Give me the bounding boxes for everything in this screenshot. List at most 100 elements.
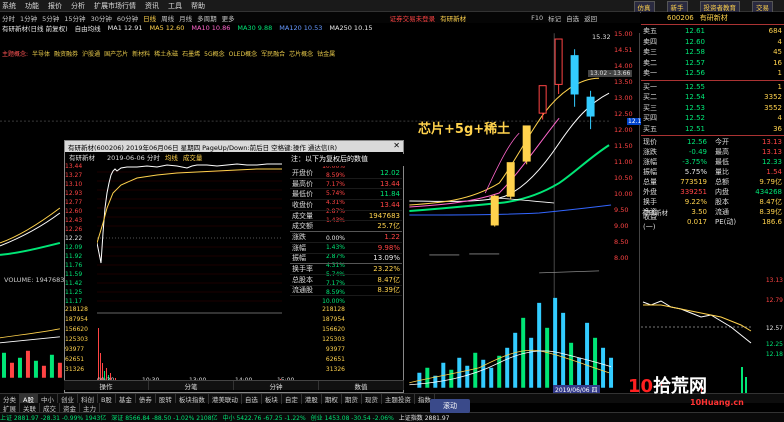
market-tab[interactable]: 股转 [156, 393, 176, 404]
concept-tag[interactable]: 新材料 [132, 49, 150, 58]
info-key: 涨跌 [292, 232, 306, 241]
menu-item-function[interactable]: 功能 [25, 1, 39, 11]
menu-item-analysis[interactable]: 分析 [71, 1, 85, 11]
index-quote[interactable]: 上证指数 2881.97 [399, 413, 450, 422]
candle-body[interactable] [538, 85, 547, 114]
account-status[interactable]: 证券交易未登录 [390, 13, 436, 23]
tab-operation[interactable]: 操作 [64, 381, 149, 391]
extended-tab[interactable]: 关联 [20, 402, 40, 413]
ask-row[interactable]: 卖一 12.56 1 [641, 68, 784, 79]
menu-item-news[interactable]: 资讯 [145, 1, 159, 11]
ma-legend: 有研新材(日线 前复权) 自由均线 MA1 12.91 MA5 12.60 MA… [0, 23, 640, 33]
tab-values[interactable]: 数值 [319, 381, 404, 391]
mark-button[interactable]: 标记 [548, 13, 561, 23]
period-30min[interactable]: 30分钟 [91, 13, 112, 23]
candle-body[interactable] [522, 125, 531, 162]
candle-body[interactable] [554, 38, 563, 85]
extended-tab[interactable]: 主力 [80, 402, 100, 413]
period-15min[interactable]: 15分钟 [64, 13, 85, 23]
menu-item-help[interactable]: 帮助 [191, 1, 205, 11]
index-quote[interactable]: 上证 2881.97 -28.31 -0.99% 1943亿 [0, 413, 106, 422]
period-60min[interactable]: 60分钟 [117, 13, 138, 23]
period-intraday[interactable]: 分时 [2, 13, 15, 23]
concept-tag[interactable]: 国产芯片 [104, 49, 128, 58]
concept-tag[interactable]: 稀土永磁 [154, 49, 178, 58]
stat-value: -3.75% [682, 158, 707, 166]
period-day[interactable]: 日线 [143, 13, 156, 23]
menu-item-extended-market[interactable]: 扩展市场行情 [94, 1, 136, 11]
period-week[interactable]: 周线 [161, 13, 174, 23]
popup-titlebar[interactable]: 有研新材(600206) 2019年06月06日 星期四 PageUp/Down… [65, 141, 403, 152]
period-1min[interactable]: 1分钟 [20, 13, 37, 23]
f10-button[interactable]: F10 [531, 14, 543, 22]
ask-row[interactable]: 卖二 12.57 16 [641, 58, 784, 69]
info-value: 9.98% [377, 243, 400, 252]
y-tick: 14.51 [614, 46, 633, 54]
stat-row: 总量 773519 总额 9.79亿 [641, 177, 784, 187]
back-button[interactable]: 返回 [584, 13, 597, 23]
close-icon[interactable]: ✕ [393, 141, 400, 150]
index-quote[interactable]: 中小 5422.76 -67.25 -1.22% [223, 413, 306, 422]
mini-y-tick: 12.18 [765, 351, 783, 358]
tab-tick[interactable]: 分笔 [149, 381, 234, 391]
ask-row[interactable]: 卖四 12.60 4 [641, 37, 784, 48]
concept-tag[interactable]: 5G概念 [204, 49, 224, 58]
candle-body[interactable] [490, 195, 499, 226]
y-tick: 10.00 [614, 190, 633, 198]
market-tab[interactable]: 债券 [136, 393, 156, 404]
period-multi[interactable]: 多周期 [197, 13, 217, 23]
bid-row[interactable]: 买四 12.52 4 [641, 113, 784, 124]
period-month[interactable]: 月线 [179, 13, 192, 23]
market-tab[interactable]: 板块 [262, 393, 282, 404]
concept-tag[interactable]: 军民融合 [261, 49, 285, 58]
index-quote[interactable]: 创业 1453.08 -30.54 -2.06% [311, 413, 394, 422]
watchlist-button[interactable]: 自选 [566, 13, 579, 23]
menu-item-tools[interactable]: 工具 [168, 1, 182, 11]
menubar: 系统 功能 报价 分析 扩展市场行情 资讯 工具 帮助 仿真 新手 投资者教育 … [0, 0, 784, 13]
concept-tag[interactable]: 沪股通 [82, 49, 100, 58]
ask-row[interactable]: 卖三 12.58 45 [641, 47, 784, 58]
bid-price: 12.53 [684, 103, 705, 112]
tab-minute[interactable]: 分钟 [234, 381, 319, 391]
menu-item-quote[interactable]: 报价 [48, 1, 62, 11]
ma1-value: MA1 12.91 [107, 24, 143, 32]
concept-tag[interactable]: OLED概念 [229, 49, 257, 58]
concept-tag[interactable]: 钴金属 [317, 49, 335, 58]
popup-intraday-chart[interactable] [97, 163, 297, 388]
concept-tag[interactable]: 芯片概念 [289, 49, 313, 58]
bid-qty: 3552 [764, 103, 782, 112]
ma-mode[interactable]: 自由均线 [75, 23, 101, 33]
market-tab[interactable]: 现货 [362, 393, 382, 404]
extended-tab[interactable]: 资金 [60, 402, 80, 413]
menu-item-system[interactable]: 系统 [2, 1, 16, 11]
stat-key: 内盘 [715, 188, 729, 196]
ask-row[interactable]: 卖五 12.61 684 [641, 26, 784, 37]
extended-tab[interactable]: 扩展 [0, 402, 20, 413]
extended-tab[interactable]: 成交 [40, 402, 60, 413]
candle-body[interactable] [570, 55, 579, 95]
vol-tick: 31326 [325, 366, 345, 373]
market-tab[interactable]: 港美联动 [209, 393, 242, 404]
index-quote[interactable]: 深证 8566.84 -88.50 -1.02% 2108亿 [111, 413, 217, 422]
market-tab[interactable]: 自定 [282, 393, 302, 404]
period-5min[interactable]: 5分钟 [42, 13, 59, 23]
period-more[interactable]: 更多 [222, 13, 235, 23]
market-tab[interactable]: 板块指数 [176, 393, 209, 404]
market-tab[interactable]: 基金 [116, 393, 136, 404]
concept-tag[interactable]: 半导体 [32, 49, 50, 58]
bid-row[interactable]: 买五 12.51 36 [641, 124, 784, 135]
market-tab[interactable]: B股 [98, 393, 116, 404]
market-tab[interactable]: 期权 [322, 393, 342, 404]
concept-tag[interactable]: 石墨烯 [182, 49, 200, 58]
concept-tag[interactable]: 融资融券 [54, 49, 78, 58]
bid-row[interactable]: 买二 12.54 3352 [641, 92, 784, 103]
news-feed-button[interactable]: 滚动 [430, 399, 470, 413]
market-tab[interactable]: 期货 [342, 393, 362, 404]
bid-row[interactable]: 买三 12.53 3552 [641, 103, 784, 114]
candle-body[interactable] [586, 96, 595, 117]
candle-body[interactable] [506, 162, 515, 197]
market-tab[interactable]: 自选 [242, 393, 262, 404]
bid-row[interactable]: 买一 12.55 1 [641, 82, 784, 93]
market-tab[interactable]: 港股 [302, 393, 322, 404]
market-tab[interactable]: 主题投资 [382, 393, 415, 404]
